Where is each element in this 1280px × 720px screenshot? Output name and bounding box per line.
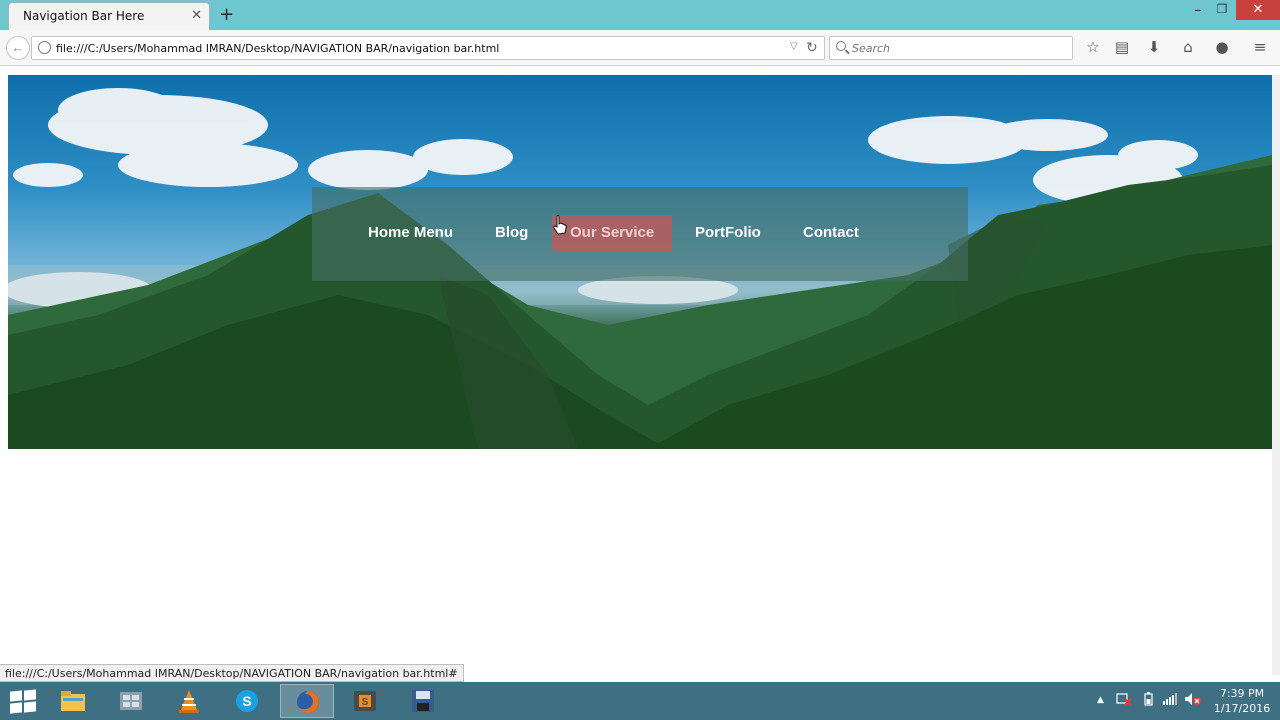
url-bar[interactable]: file:///C:/Users/Mohammad IMRAN/Desktop/… [31, 36, 825, 60]
floppy-disk-icon [412, 690, 434, 712]
navigation-bar: Home Menu Blog Our Service PortFolio Con… [312, 187, 968, 281]
taskbar-firefox[interactable] [280, 684, 334, 718]
browser-tab[interactable]: Navigation Bar Here ✕ [8, 2, 210, 30]
window-restore-button[interactable]: ❐ [1208, 2, 1236, 20]
search-icon [836, 41, 846, 51]
windows-logo-pane [10, 702, 22, 714]
url-text[interactable]: file:///C:/Users/Mohammad IMRAN/Desktop/… [56, 42, 499, 55]
svg-text:S: S [242, 693, 251, 709]
url-history-dropdown-icon[interactable]: ▽ [790, 41, 798, 52]
tray-signal-icon[interactable] [1162, 692, 1178, 709]
nav-item-contact[interactable]: Contact [803, 215, 859, 251]
search-bar[interactable] [829, 36, 1073, 60]
clock-date: 1/17/2016 [1213, 702, 1271, 715]
window-close-button[interactable]: ✕ [1236, 0, 1280, 20]
network-app-icon [120, 692, 142, 710]
start-button[interactable] [8, 689, 36, 714]
tab-title: Navigation Bar Here [23, 9, 145, 23]
taskbar-clock[interactable]: 7:39 PM 1/17/2016 [1212, 686, 1272, 716]
tray-battery-icon[interactable] [1144, 692, 1154, 709]
bookmark-star-icon[interactable]: ☆ [1083, 38, 1103, 58]
taskbar-vlc[interactable] [162, 684, 216, 718]
taskbar-sublime-text[interactable]: S [338, 684, 392, 718]
tray-overflow-chevron-icon[interactable]: ▲ [1097, 695, 1104, 705]
back-arrow-icon: ← [11, 40, 25, 55]
nav-item-our-service-label: Our Service [570, 224, 655, 241]
nav-item-home-menu[interactable]: Home Menu [368, 215, 453, 251]
browser-toolbar: ← file:///C:/Users/Mohammad IMRAN/Deskto… [0, 30, 1280, 66]
windows-logo-icon [10, 690, 22, 702]
search-input[interactable] [852, 39, 1062, 57]
downloads-icon[interactable]: ⬇ [1144, 38, 1164, 58]
page-scrollbar[interactable] [1272, 75, 1280, 675]
new-tab-button[interactable]: + [219, 4, 234, 25]
tray-speaker-muted-icon[interactable] [1184, 692, 1202, 709]
tab-close-icon[interactable]: ✕ [191, 8, 202, 23]
skype-icon: S [236, 690, 258, 712]
back-button[interactable]: ← [6, 36, 30, 60]
folder-icon [61, 691, 85, 711]
nav-item-portfolio[interactable]: PortFolio [695, 215, 761, 251]
chat-icon[interactable]: ● [1212, 38, 1232, 58]
home-icon[interactable]: ⌂ [1178, 38, 1198, 58]
svg-text:S: S [362, 697, 369, 708]
taskbar-file-explorer[interactable] [46, 684, 100, 718]
hamburger-menu-icon[interactable]: ≡ [1250, 38, 1270, 58]
browser-title-bar: Navigation Bar Here ✕ + – ❐ ✕ [0, 0, 1280, 30]
firefox-icon [297, 691, 319, 713]
windows-logo-pane [24, 701, 36, 713]
taskbar-skype[interactable]: S [220, 684, 274, 718]
tray-network-error-icon[interactable] [1116, 692, 1132, 709]
hand-pointer-cursor-icon [553, 215, 567, 235]
vlc-cone-icon [179, 690, 199, 713]
sublime-text-icon: S [354, 691, 376, 711]
windows-logo-pane [24, 689, 36, 701]
clock-time: 7:39 PM [1219, 687, 1265, 700]
windows-taskbar: S S ▲ 7:39 PM 1/17/2016 [0, 682, 1280, 720]
reload-icon[interactable]: ↻ [806, 39, 818, 56]
taskbar-save-app[interactable] [396, 684, 450, 718]
reading-list-icon[interactable]: ▤ [1112, 38, 1132, 58]
page-viewport: Home Menu Blog Our Service PortFolio Con… [0, 67, 1280, 682]
globe-icon [38, 41, 51, 54]
link-status-bar: file:///C:/Users/Mohammad IMRAN/Desktop/… [0, 664, 464, 682]
hero-banner: Home Menu Blog Our Service PortFolio Con… [8, 75, 1272, 449]
nav-item-blog[interactable]: Blog [495, 215, 528, 251]
nav-item-our-service[interactable]: Our Service [552, 215, 673, 251]
taskbar-network-app[interactable] [104, 684, 158, 718]
